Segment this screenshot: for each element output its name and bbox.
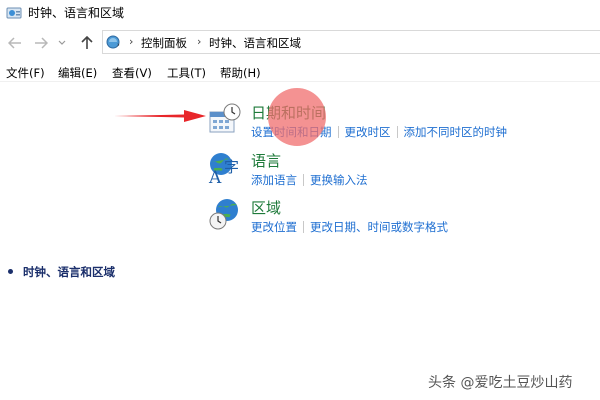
back-arrow-icon[interactable] — [6, 34, 24, 52]
change-date-time-format-link[interactable]: 更改日期、时间或数字格式 — [310, 220, 448, 234]
breadcrumb-separator: › — [129, 35, 134, 48]
language-icon[interactable]: A 字 — [208, 150, 242, 184]
annotation-arrow — [114, 110, 206, 122]
control-panel-icon — [6, 7, 22, 19]
breadcrumb-control-panel[interactable]: 控制面板 — [141, 35, 187, 51]
region-links: 更改位置 更改日期、时间或数字格式 — [251, 219, 448, 235]
globe-clock-icon[interactable] — [208, 197, 242, 231]
change-location-link[interactable]: 更改位置 — [251, 220, 297, 234]
change-time-zone-link[interactable]: 更改时区 — [345, 125, 391, 139]
svg-text:A: A — [208, 168, 222, 184]
up-arrow-icon[interactable] — [78, 34, 96, 52]
language-heading[interactable]: 语言 — [251, 150, 281, 171]
watermark: 头条 @爱吃土豆炒山药 — [428, 375, 573, 391]
sidebar-item-clock-language-region[interactable]: 时钟、语言和区域 — [8, 264, 115, 280]
add-clocks-link[interactable]: 添加不同时区的时钟 — [404, 125, 508, 139]
svg-text:字: 字 — [224, 158, 239, 176]
forward-arrow-icon[interactable] — [32, 34, 50, 52]
region-heading[interactable]: 区域 — [251, 197, 281, 218]
menu-edit[interactable]: 编辑(E) — [58, 65, 97, 81]
link-divider — [337, 126, 339, 138]
menu-tools[interactable]: 工具(T) — [167, 65, 206, 81]
chevron-down-icon[interactable] — [56, 34, 68, 52]
language-links: 添加语言 更换输入法 — [251, 172, 368, 188]
bullet-dot — [8, 269, 13, 274]
sidebar-item-label: 时钟、语言和区域 — [23, 265, 115, 279]
menu-help[interactable]: 帮助(H) — [220, 65, 261, 81]
link-divider — [303, 174, 304, 186]
calendar-clock-icon[interactable] — [208, 102, 242, 136]
breadcrumb-clock-language-region[interactable]: 时钟、语言和区域 — [209, 35, 301, 51]
link-divider — [396, 126, 398, 138]
link-divider — [303, 221, 304, 233]
title-bar: 时钟、语言和区域 — [0, 0, 600, 26]
svg-text:›: › — [117, 41, 120, 49]
breadcrumb-separator: › — [197, 35, 202, 48]
control-panel-icon: › — [106, 35, 120, 49]
change-input-method-link[interactable]: 更换输入法 — [310, 173, 368, 187]
window-title: 时钟、语言和区域 — [28, 6, 125, 20]
menu-bar: 文件(F) 编辑(E) 查看(V) 工具(T) 帮助(H) — [0, 62, 600, 82]
menu-view[interactable]: 查看(V) — [112, 65, 152, 81]
address-bar[interactable]: › › 控制面板 › 时钟、语言和区域 — [102, 30, 600, 54]
menu-file[interactable]: 文件(F) — [6, 65, 45, 81]
add-language-link[interactable]: 添加语言 — [251, 173, 297, 187]
annotation-highlight-circle — [268, 88, 326, 146]
